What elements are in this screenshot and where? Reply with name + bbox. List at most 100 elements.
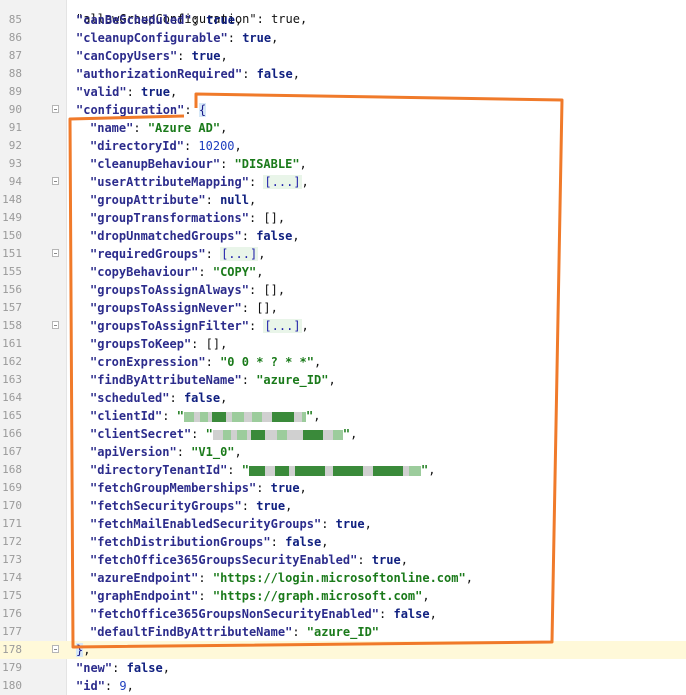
json-value: "V1_0" [191,445,235,459]
fold-toggle-icon[interactable] [52,105,59,113]
line-number: 150 [2,229,22,242]
code-text: "new": false, [76,661,170,675]
line-number: 156 [2,283,22,296]
collapsed-array[interactable]: [...] [263,319,302,333]
line-number: 149 [2,211,22,224]
trailing-punctuation: , [169,85,178,99]
code-line: 149 "groupTransformations": [], [0,209,686,227]
json-key: groupAttribute [97,193,199,207]
trailing-punctuation: , [429,607,437,621]
json-value: "https://graph.microsoft.com" [212,589,423,603]
json-value: false [393,607,430,621]
code-text: "groupTransformations": [], [90,211,286,225]
json-value: [] [205,337,221,351]
code-text: "graphEndpoint": "https://graph.microsof… [90,589,430,603]
opening-brace: { [198,103,207,117]
line-number: 170 [2,499,22,512]
json-key: groupsToKeep [97,337,184,351]
code-text: "name": "Azure AD", [90,121,228,135]
line-number: 175 [2,589,22,602]
fold-toggle-icon[interactable] [52,177,59,185]
code-text: "findByAttributeName": "azure_ID", [90,373,336,387]
code-line: 179 "new": false, [0,659,686,677]
line-number: 161 [2,337,22,350]
line-number: 93 [8,157,22,170]
code-editor[interactable]: "allowGroupConfiguration": true, 85 "canB… [0,0,686,695]
trailing-punctuation: , [220,121,228,135]
code-text: "valid": true, [76,85,178,99]
fold-toggle-icon[interactable] [52,645,59,653]
json-key: clientSecret [97,427,184,441]
code-text: "groupsToAssignNever": [], [90,301,278,315]
json-key: requiredGroups [97,247,199,261]
code-line: 164 "scheduled": false, [0,389,686,407]
json-key: authorizationRequired [83,67,235,81]
line-number: 94 [8,175,22,188]
json-value: "COPY" [212,265,257,279]
trailing-punctuation: , [292,67,300,81]
code-text: "fetchSecurityGroups": true, [90,499,293,513]
redacted-value-mask [183,408,306,426]
code-text: "id": 9, [76,679,134,693]
code-line: 166 "clientSecret": " ", [0,425,686,443]
line-number: 172 [2,535,22,548]
collapsed-array[interactable]: [...] [220,247,259,261]
code-line: 88 "authorizationRequired": false, [0,65,686,83]
code-line: 168 "directoryTenantId": " ", [0,461,686,479]
code-text: "canCopyUsers": true, [76,49,228,63]
code-line: 87 "canCopyUsers": true, [0,47,686,65]
code-line: 156 "groupsToAssignAlways": [], [0,281,686,299]
json-value: "DISABLE" [234,157,300,171]
code-text: "fetchOffice365GroupsNonSecurityEnabled"… [90,607,437,621]
json-key: groupsToAssignFilter [97,319,242,333]
line-number: 180 [2,679,22,692]
code-line: 94 "userAttributeMapping": [...], [0,173,686,191]
code-text: "cleanupBehaviour": "DISABLE", [90,157,307,171]
code-text: "scheduled": false, [90,391,228,405]
code-text: "clientId": " ", [90,407,320,426]
code-line: 161 "groupsToKeep": [], [0,335,686,353]
json-key: fetchOffice365GroupsNonSecurityEnabled [97,607,372,621]
json-key: graphEndpoint [97,589,192,603]
trailing-punctuation: , [277,211,286,225]
trailing-punctuation: , [126,679,134,693]
json-value: false [183,391,221,405]
json-value: 10200 [198,139,235,153]
fold-toggle-icon[interactable] [52,249,59,257]
code-line: 155 "copyBehaviour": "COPY", [0,263,686,281]
code-line: 150 "dropUnmatchedGroups": false, [0,227,686,245]
trailing-punctuation: , [364,517,372,531]
code-text: "authorizationRequired": false, [76,67,300,81]
code-line: 92 "directoryId": 10200, [0,137,686,155]
trailing-punctuation: , [313,409,321,423]
collapsed-array[interactable]: [...] [263,175,302,189]
json-value: true [191,49,221,63]
json-key: copyBehaviour [97,265,192,279]
code-text: "apiVersion": "V1_0", [90,445,242,459]
code-line: 178}, [0,641,686,659]
line-number: 176 [2,607,22,620]
trailing-punctuation: , [220,337,228,351]
code-text: "directoryTenantId": " ", [90,461,435,480]
code-line: 173 "fetchOffice365GroupsSecurityEnabled"… [0,551,686,569]
code-text: "dropUnmatchedGroups": false, [90,229,300,243]
json-value: "azure_ID" [306,625,380,639]
code-text: "fetchMailEnabledSecurityGroups": true, [90,517,372,531]
line-number: 157 [2,301,22,314]
json-key: cleanupConfigurable [83,31,221,45]
line-number: 169 [2,481,22,494]
json-key: canBeScheduled [83,13,185,27]
line-number: 87 [8,49,22,62]
trailing-punctuation: , [321,535,329,549]
trailing-punctuation: , [220,391,228,405]
line-number: 90 [8,103,22,116]
code-line: 180 "id": 9, [0,677,686,695]
trailing-punctuation: , [277,283,286,297]
line-number: 165 [2,409,22,422]
line-number: 163 [2,373,22,386]
line-number: 168 [2,463,22,476]
fold-toggle-icon[interactable] [52,321,59,329]
redacted-value-mask [212,426,343,444]
trailing-punctuation: , [256,265,264,279]
json-value: [] [263,283,278,297]
